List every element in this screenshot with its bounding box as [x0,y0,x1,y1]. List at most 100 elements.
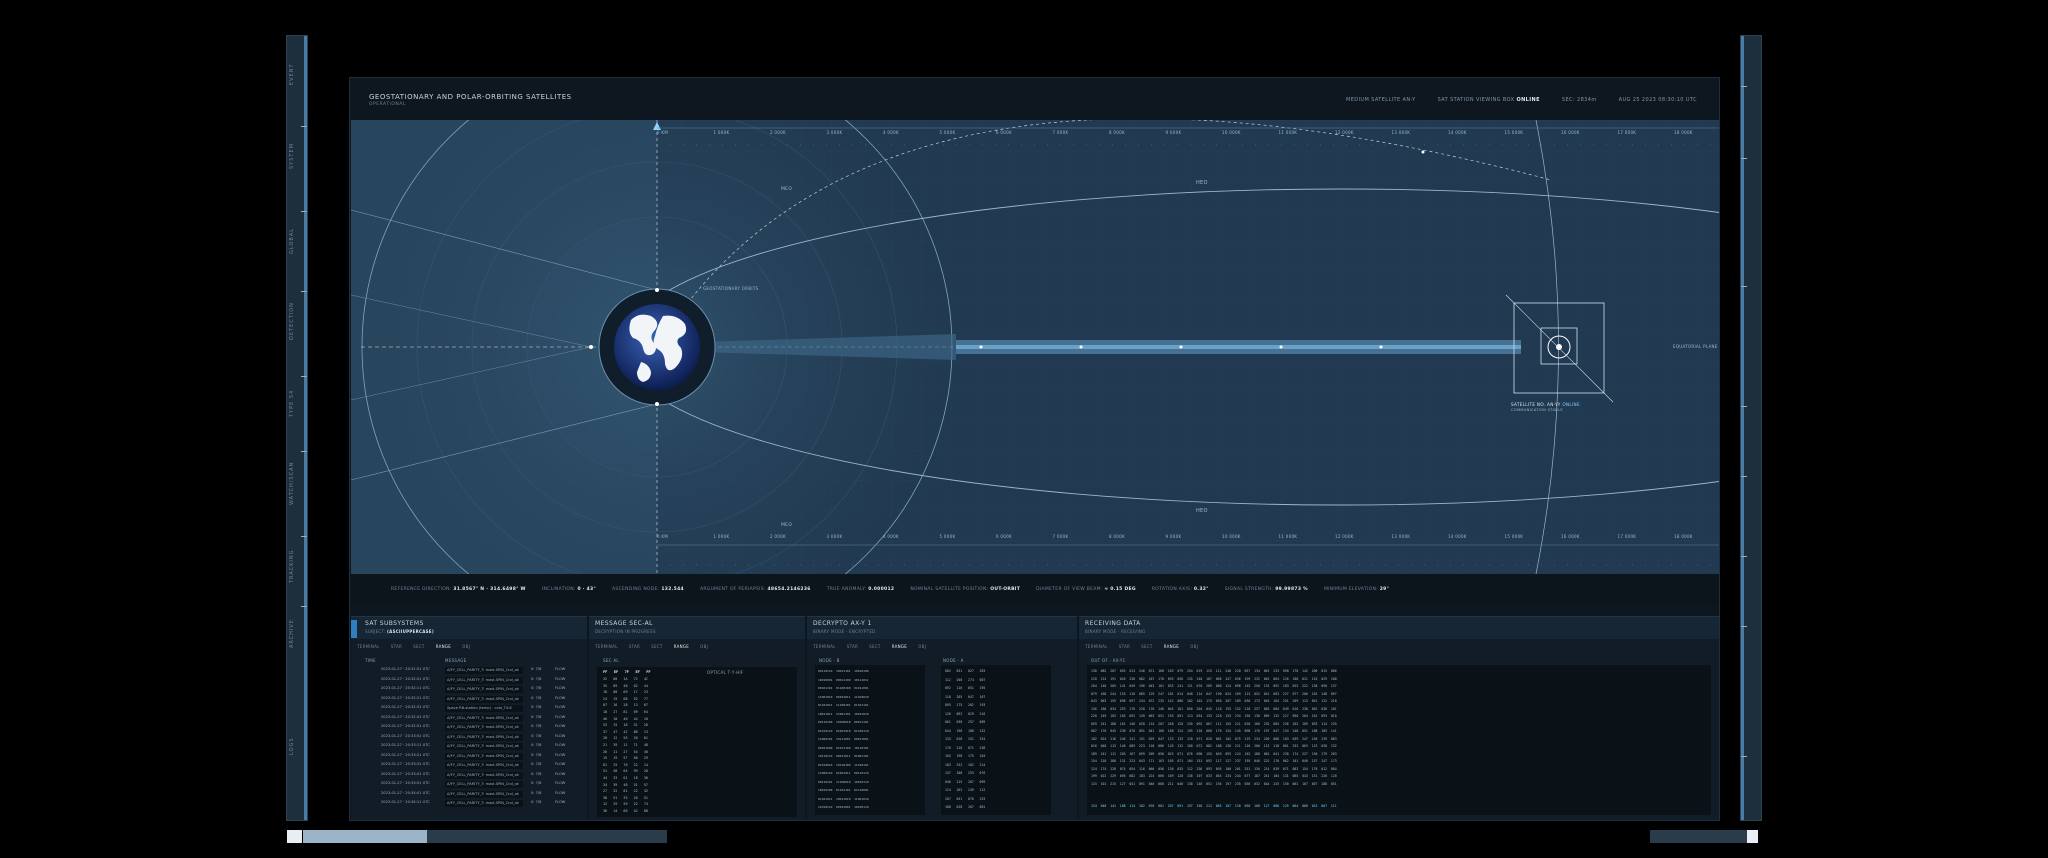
rail-label-logs[interactable]: LOGS [289,726,303,766]
log-row[interactable]: 2023-01-27 · 20:33:41 UTC A/FY_CELL_PARIT… [365,771,575,781]
param-value: 132.544 [661,587,684,592]
taskbar-app[interactable] [427,830,667,843]
panel-subtitle: BINARY MODE · RECEIVING [1085,629,1146,634]
log-row[interactable]: 2023-01-27 · 20:32:41 UTC A/FY_CELL_PARIT… [365,714,575,724]
rail-label-watch[interactable]: WATCH/SCAN [289,456,303,511]
param-value: 29° [1379,587,1390,592]
log-cell-msg: A/FY_CELL_PARITY_T: mast.SPIN_Cnd_ok [445,733,523,741]
col-out-of: OUT OF · AX-Y1 [1091,658,1126,663]
tab-terminal[interactable]: TERMINAL [813,644,836,649]
tab-obj[interactable]: OBJ [462,644,470,649]
panel-header: SAT SUBSYSTEMS SUBJECT: (ASCIIUPPERCASE) [351,617,587,639]
ruler-top-tick-label: 4 000K [883,130,899,135]
log-row[interactable]: 2023-01-27 · 20:33:01 UTC A/FY_CELL_PARIT… [365,733,575,743]
status-label: SEC: 2834m [1561,97,1597,103]
ruler-top-tick-label: 11 000K [1278,130,1298,135]
log-row[interactable]: 2023-01-27 · 20:31:51 UTC A/FY_CELL_PARIT… [365,667,575,676]
param-label: NOMINAL SATELLITE POSITION: [910,587,989,592]
tab-range[interactable]: RANGE [436,644,451,649]
log-cell-st: 0: 7/8 [531,724,542,728]
tab-sect[interactable]: SECT [651,644,663,649]
log-cell-msg: A/FY_CELL_PARITY_T: mast.SPIN_Cnd_ok [445,667,523,674]
log-cell-fl: FLOW [555,752,566,757]
log-row[interactable]: 2023-01-27 · 20:33:51 UTC A/FY_CELL_PARIT… [365,781,575,790]
log-row[interactable]: 2023-01-27 · 20:32:21 UTC A/FY_CELL_PARIT… [365,695,575,705]
rail-label-system[interactable]: SYSTEM [289,131,303,181]
rail-label-event[interactable]: EVENT [289,44,303,104]
rail-label-type[interactable]: TYPE S4 [289,381,303,426]
tab-star[interactable]: STAR [1119,644,1130,649]
log-cell-msg: A/FY_CELL_PARITY_T: mast.SPIN_Cnd_ok [445,752,523,760]
log-row[interactable]: 2023-01-27 · 20:32:11 UTC A/FY_CELL_PARIT… [365,686,575,695]
log-row[interactable]: 2023-01-27 · 20:32:31 UTC Space RB-statio… [365,705,575,714]
log-row[interactable]: 2023-01-27 · 20:33:21 UTC A/FY_CELL_PARIT… [365,752,575,762]
rail-tick [301,451,307,452]
status-label: AUG 25 2023 08:30:10 UTC [1618,97,1697,103]
ruler-bottom-tick-label: 5 000K [939,534,956,539]
log-cell-ts: 2023-01-27 · 20:33:41 UTC [381,771,430,776]
rail-label-archive[interactable]: ARCHIVE [289,611,303,656]
satellite-tag-text: SATELLITE NO. AN-YY [1511,402,1561,407]
geostationary-label: GEOSTATIONARY ORBITS [703,286,759,291]
status-label: SAT STATION VIEWING BOX [1437,97,1515,103]
orbit-map[interactable]: HEO HEO MEO MEO EQUATORIAL PLANE GEOSTAT… [351,120,1719,574]
log-row[interactable]: 2023-01-27 · 20:32:01 UTC A/FY_CELL_PARIT… [365,676,575,686]
taskbar-corner-button[interactable] [1747,830,1758,843]
status-station: SAT STATION VIEWING BOX ONLINE [1438,97,1540,103]
log-cell-st: 0: 7/8 [531,752,542,757]
tab-range[interactable]: RANGE [892,644,907,649]
log-cell-ts: 2023-01-27 · 20:34:11 UTC [381,800,430,804]
rail-tick [301,376,307,377]
taskbar-start-button[interactable] [287,830,302,843]
rail-label-detection[interactable]: DETECTION [289,296,303,346]
tab-range[interactable]: RANGE [1164,644,1179,649]
log-row[interactable]: 2023-01-27 · 20:33:11 UTC A/FY_CELL_PARIT… [365,743,575,752]
tab-sect[interactable]: SECT [1141,644,1153,649]
param-label: TRUE ANOMALY: [826,587,867,592]
tab-terminal[interactable]: TERMINAL [357,644,380,649]
log-cell-msg: A/FY_CELL_PARITY_T: mast.SPIN_Cnd_ok [445,771,523,779]
ruler-bottom-tick-label: 4 000K [883,534,899,539]
log-row[interactable]: 2023-01-27 · 20:34:11 UTC A/FY_CELL_PARIT… [365,800,575,809]
rail-tick [1741,556,1747,557]
tab-terminal[interactable]: TERMINAL [595,644,618,649]
log-cell-ts: 2023-01-27 · 20:33:31 UTC [381,762,430,766]
panel-subtitle: BINARY MODE · ENCRYPTED [813,629,876,634]
tab-star[interactable]: STAR [629,644,640,649]
tab-obj[interactable]: OBJ [700,644,708,649]
left-rail-accent [304,36,307,820]
rail-label-tracking[interactable]: TRACKING [289,541,303,591]
panel-tabs: TERMINAL STAR SECT RANGE OBJ [589,639,805,649]
orbit-map-graphic [351,120,1719,574]
log-row[interactable]: 2023-01-27 · 20:33:31 UTC A/FY_CELL_PARIT… [365,762,575,771]
param-value: ≈ 0.15 DEG [1104,587,1136,592]
heo-label-top: HEO [1196,180,1208,186]
ruler-top-tick-label: 17 000K [1617,130,1637,135]
tab-star[interactable]: STAR [391,644,402,649]
log-cell-ts: 2023-01-27 · 20:33:21 UTC [381,752,430,757]
message-grid: 32 08 1A 72 4C 35 89 48 62 44 18 08 09 1… [603,677,648,813]
log-cell-st: 0: 7/8 [531,705,542,709]
log-row[interactable]: 2023-01-27 · 20:34:01 UTC A/FY_CELL_PARIT… [365,790,575,800]
log-row[interactable]: 2023-01-27 · 20:32:51 UTC A/FY_CELL_PARIT… [365,724,575,733]
tab-star[interactable]: STAR [847,644,858,649]
ruler-top-tick-label: 6 000K [996,130,1012,135]
tab-sect[interactable]: SECT [869,644,881,649]
log-cell-st: 0: 7/8 [531,743,542,747]
ruler-bottom-tick-label: 8 000K [1109,534,1125,539]
param-value: 0 · 43° [577,587,597,592]
panel-title: DECRYPTO AX-Y 1 [813,620,872,627]
tab-terminal[interactable]: TERMINAL [1085,644,1108,649]
satellite-tag[interactable]: SATELLITE NO. AN-YY ONLINE [1511,402,1580,407]
param-item: SIGNAL STRENGTH: 99.99873 % [1225,587,1308,592]
rail-label-global[interactable]: GLOBAL [289,216,303,266]
tab-obj[interactable]: OBJ [918,644,926,649]
log-cell-msg: A/FY_CELL_PARITY_T: mast.SPIN_Cnd_ok [445,724,523,731]
tab-obj[interactable]: OBJ [1190,644,1198,649]
taskbar-active-app[interactable] [303,830,427,843]
tab-sect[interactable]: SECT [413,644,425,649]
panel-header: DECRYPTO AX-Y 1 BINARY MODE · ENCRYPTED [807,617,1077,639]
taskbar-tray[interactable] [1650,830,1747,843]
tab-range[interactable]: RANGE [674,644,689,649]
ruler-top-tick-label: 14 000K [1448,130,1467,135]
